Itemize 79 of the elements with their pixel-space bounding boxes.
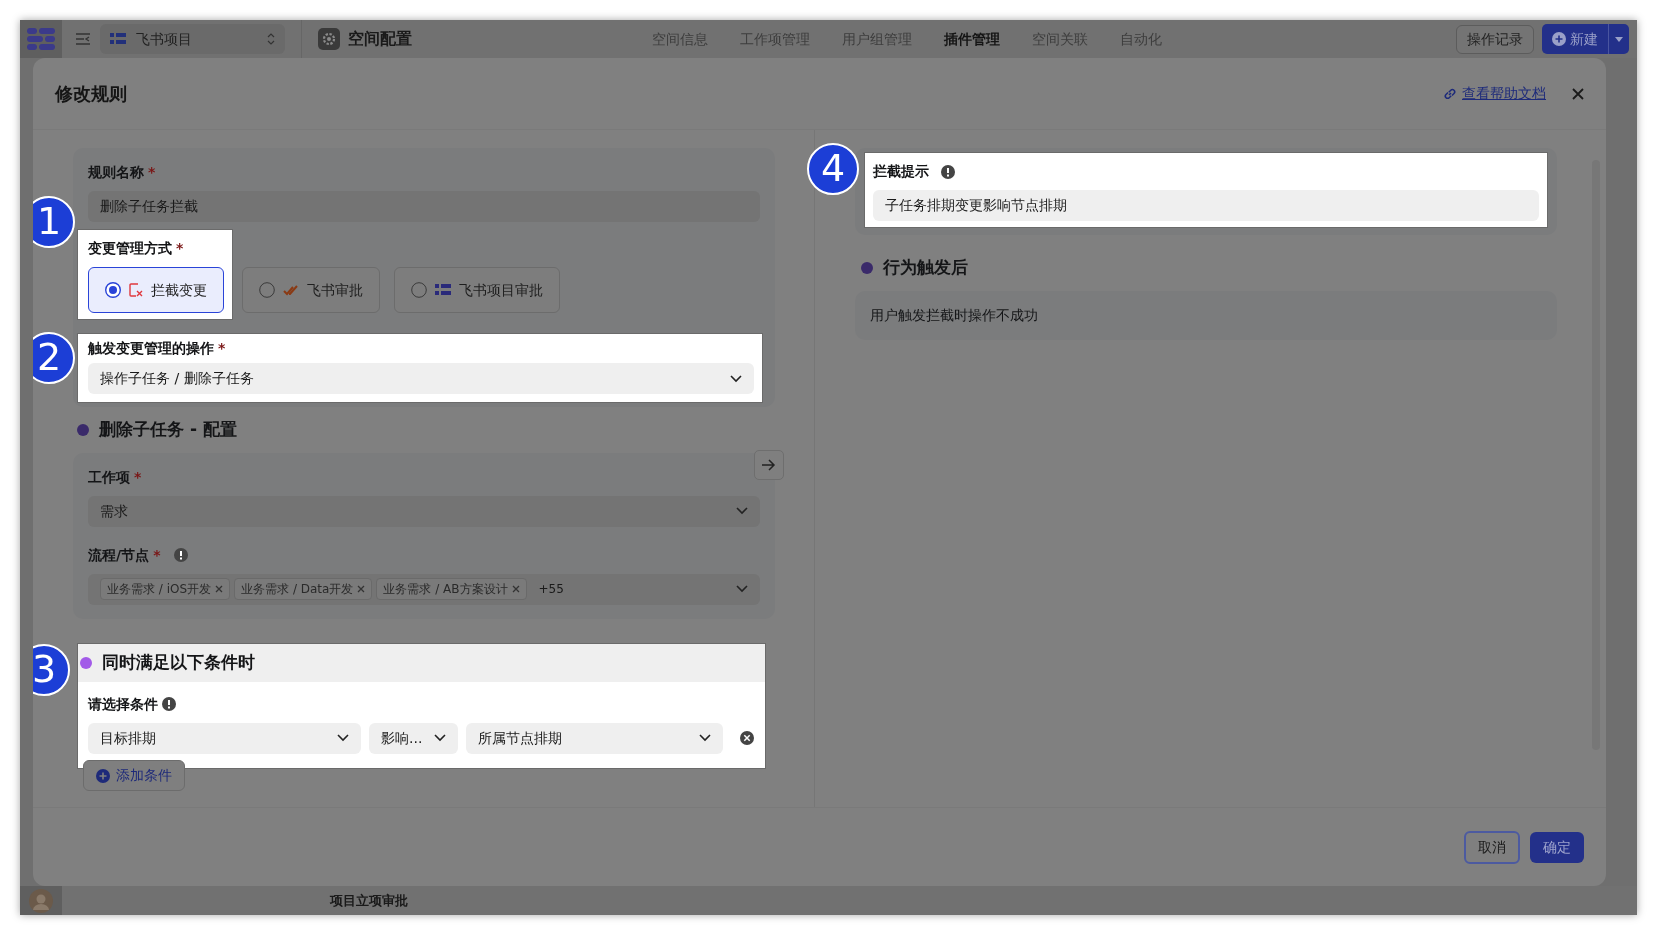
step-number-badge: 4 bbox=[807, 143, 859, 195]
multi-select-field[interactable]: 业务需求 / iOS开发 业务需求 / Data开发 业务需求 / AB方案设计 +55 bbox=[88, 573, 760, 605]
description-text: 用户触发拦截时操作不成功 bbox=[870, 306, 1038, 323]
section-heading: 同时满足以下条件时 bbox=[102, 650, 255, 674]
info-icon bbox=[174, 548, 189, 562]
list-icon bbox=[110, 33, 126, 45]
more-count: +55 bbox=[538, 581, 565, 598]
close-icon[interactable] bbox=[1572, 87, 1584, 100]
clear-icon[interactable] bbox=[739, 730, 755, 746]
section-dot-icon bbox=[77, 423, 89, 436]
remove-icon[interactable] bbox=[511, 585, 520, 593]
remove-icon[interactable] bbox=[215, 585, 224, 593]
remove-icon[interactable] bbox=[357, 585, 366, 593]
select-field[interactable]: 所属节点排期 bbox=[465, 722, 723, 754]
section-dot-icon bbox=[861, 261, 873, 274]
project-select[interactable]: 飞书项目 bbox=[100, 24, 285, 54]
tag[interactable]: 业务需求 / Data开发 bbox=[234, 578, 373, 600]
radio-option[interactable]: 飞书项目审批 bbox=[394, 267, 560, 313]
chevron-down-icon bbox=[337, 734, 349, 742]
chevron-down-icon bbox=[699, 734, 711, 742]
required-mark: * bbox=[218, 339, 226, 358]
chevron-down-icon bbox=[736, 585, 748, 593]
info-icon bbox=[162, 697, 176, 711]
field-label: 规则名称 bbox=[88, 163, 144, 182]
select-field[interactable]: 需求 bbox=[88, 495, 760, 527]
section-heading: 删除子任务 - 配置 bbox=[99, 418, 237, 441]
field-label: 流程/节点 bbox=[88, 545, 150, 565]
add-condition-button[interactable]: 添加条件 bbox=[83, 760, 185, 791]
section-heading: 行为触发后 bbox=[883, 256, 968, 279]
radio-icon[interactable] bbox=[411, 282, 427, 298]
step-number-badge: 3 bbox=[33, 643, 70, 696]
input-field[interactable]: 子任务排期变更影响节点排期 bbox=[873, 190, 1539, 221]
dialog-title: 修改规则 bbox=[55, 82, 127, 106]
field-label: 触发变更管理的操作 bbox=[88, 339, 214, 358]
required-mark: * bbox=[134, 467, 142, 487]
page-title: 空间配置 bbox=[348, 28, 412, 50]
field-label: 请选择条件 bbox=[88, 694, 158, 714]
logo-icon bbox=[27, 26, 55, 50]
link-icon bbox=[1443, 86, 1457, 101]
block-icon bbox=[129, 283, 143, 297]
tag[interactable]: 业务需求 / AB方案设计 bbox=[376, 578, 527, 600]
chevron-updown-icon bbox=[267, 33, 275, 45]
chevron-down-icon bbox=[736, 507, 748, 515]
collapse-icon[interactable] bbox=[76, 33, 90, 45]
radio-option[interactable]: 飞书审批 bbox=[242, 267, 380, 313]
plus-circle-icon bbox=[96, 768, 110, 783]
tag[interactable]: 业务需求 / iOS开发 bbox=[100, 578, 231, 600]
history-button[interactable]: 操作记录 bbox=[1456, 24, 1534, 54]
step-number-badge: 2 bbox=[33, 332, 75, 384]
radio-option[interactable]: 拦截变更 bbox=[88, 267, 224, 313]
plus-circle-icon bbox=[1552, 32, 1566, 46]
cancel-button[interactable]: 取消 bbox=[1464, 830, 1520, 864]
input-field[interactable]: 删除子任务拦截 bbox=[88, 191, 760, 222]
required-mark: * bbox=[153, 545, 161, 565]
step-number-badge: 1 bbox=[33, 196, 75, 248]
confirm-button[interactable]: 确定 bbox=[1530, 831, 1584, 863]
table-row-title: 项目立项审批 bbox=[330, 891, 408, 910]
select-field[interactable]: 目标排期 bbox=[88, 722, 361, 754]
info-icon bbox=[941, 164, 955, 179]
next-button[interactable] bbox=[754, 450, 784, 480]
section-dot-icon bbox=[80, 656, 92, 669]
field-label: 工作项 bbox=[88, 467, 130, 487]
radio-icon[interactable] bbox=[105, 282, 121, 298]
field-label: 变更管理方式 bbox=[88, 239, 172, 258]
double-check-icon bbox=[283, 284, 299, 296]
list-icon bbox=[435, 284, 451, 296]
avatar[interactable] bbox=[29, 888, 53, 913]
required-mark: * bbox=[176, 239, 184, 258]
gear-icon bbox=[318, 28, 340, 50]
arrow-right-icon bbox=[762, 459, 776, 471]
nav-tab[interactable]: 插件管理 bbox=[928, 28, 1016, 50]
select-field[interactable]: 影响... bbox=[369, 722, 458, 754]
select-field[interactable]: 操作子任务 / 删除子任务 bbox=[88, 363, 754, 394]
field-label: 拦截提示 bbox=[873, 162, 929, 181]
caret-icon bbox=[1615, 36, 1623, 42]
radio-icon[interactable] bbox=[259, 282, 275, 298]
required-mark: * bbox=[148, 163, 156, 182]
chevron-down-icon bbox=[433, 734, 446, 742]
chevron-down-icon bbox=[730, 374, 742, 383]
